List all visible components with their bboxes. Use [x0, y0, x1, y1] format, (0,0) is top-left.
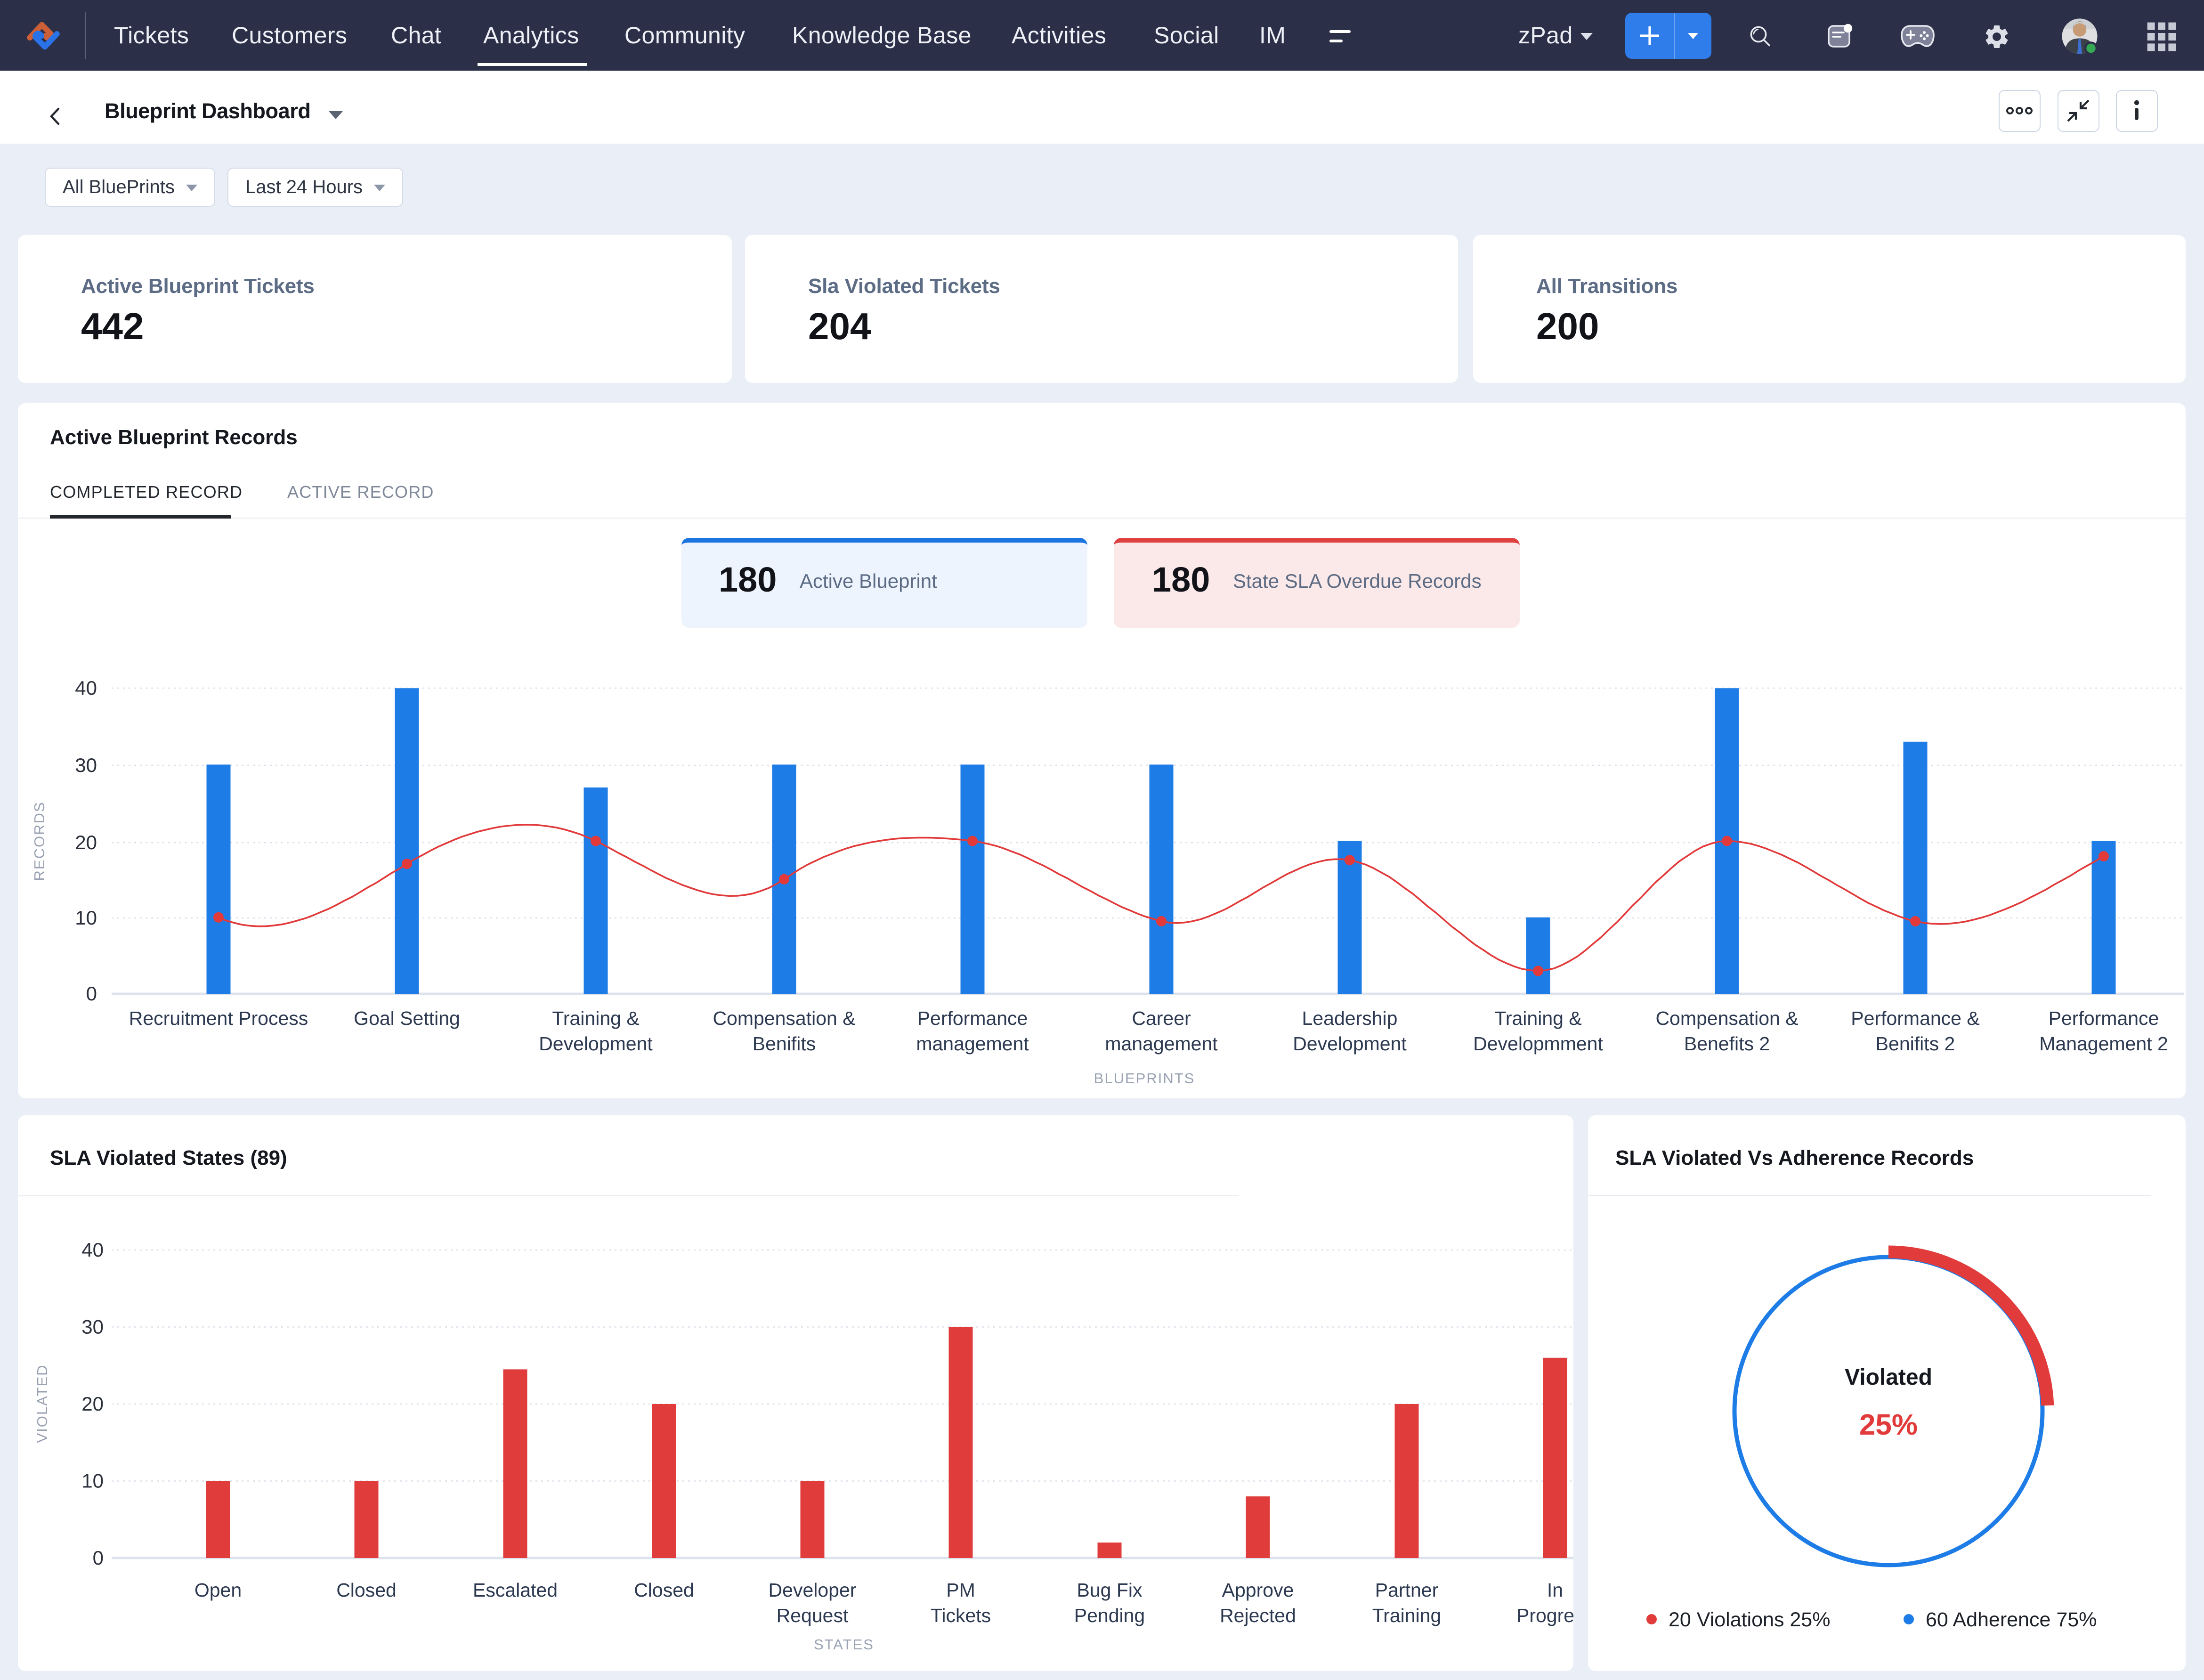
svg-text:Developer: Developer — [769, 1579, 857, 1601]
svg-text:Leadership: Leadership — [1302, 1007, 1398, 1029]
svg-text:Rejected: Rejected — [1220, 1605, 1296, 1626]
svg-text:Performance: Performance — [2049, 1007, 2159, 1029]
svg-text:RECORDS: RECORDS — [31, 801, 48, 881]
svg-text:60 Adherence 75%: 60 Adherence 75% — [1926, 1608, 2097, 1631]
svg-text:Career: Career — [1132, 1007, 1191, 1029]
svg-text:PM: PM — [946, 1579, 975, 1601]
svg-text:Request: Request — [777, 1605, 849, 1626]
svg-text:20: 20 — [81, 1393, 104, 1415]
svg-text:management: management — [1105, 1033, 1218, 1055]
svg-text:Recruitment Process: Recruitment Process — [129, 1007, 308, 1029]
svg-text:0: 0 — [93, 1547, 104, 1569]
svg-text:Compensation &: Compensation & — [1655, 1007, 1798, 1029]
svg-text:30: 30 — [81, 1316, 104, 1338]
svg-text:40: 40 — [81, 1239, 104, 1261]
svg-text:management: management — [916, 1033, 1029, 1055]
svg-text:Tickets: Tickets — [931, 1605, 991, 1626]
svg-text:Training: Training — [1372, 1605, 1442, 1626]
svg-text:STATES: STATES — [814, 1636, 874, 1653]
svg-text:Performance &: Performance & — [1851, 1007, 1979, 1029]
svg-text:40: 40 — [75, 677, 97, 699]
svg-text:Partner: Partner — [1375, 1579, 1438, 1601]
svg-text:Management 2: Management 2 — [2039, 1033, 2168, 1055]
svg-text:In: In — [1547, 1579, 1563, 1601]
svg-text:Progress: Progress — [1516, 1605, 1573, 1626]
svg-text:Benifits 2: Benifits 2 — [1876, 1033, 1955, 1055]
svg-text:10: 10 — [81, 1470, 104, 1492]
svg-text:Training &: Training & — [1494, 1007, 1581, 1029]
svg-text:Escalated: Escalated — [473, 1579, 558, 1601]
svg-text:Developmment: Developmment — [1473, 1033, 1603, 1055]
svg-text:20: 20 — [75, 831, 97, 853]
svg-text:Benefits 2: Benefits 2 — [1684, 1033, 1770, 1055]
svg-text:VIOLATED: VIOLATED — [34, 1364, 50, 1443]
svg-text:0: 0 — [86, 982, 97, 1005]
svg-text:Violated: Violated — [1845, 1365, 1932, 1390]
svg-text:Compensation &: Compensation & — [713, 1007, 855, 1029]
svg-text:Development: Development — [539, 1033, 653, 1055]
svg-text:Development: Development — [1293, 1033, 1407, 1055]
svg-text:BLUEPRINTS: BLUEPRINTS — [1094, 1070, 1195, 1087]
svg-text:Closed: Closed — [634, 1579, 694, 1601]
svg-text:Closed: Closed — [336, 1579, 397, 1601]
svg-text:Pending: Pending — [1074, 1605, 1145, 1626]
svg-text:30: 30 — [75, 754, 97, 776]
svg-text:25%: 25% — [1859, 1409, 1918, 1441]
svg-text:Bug Fix: Bug Fix — [1077, 1579, 1143, 1601]
svg-text:20 Violations 25%: 20 Violations 25% — [1669, 1608, 1830, 1631]
svg-text:Benifits: Benifits — [753, 1033, 816, 1055]
svg-text:Training &: Training & — [552, 1007, 639, 1029]
svg-text:Open: Open — [194, 1579, 242, 1601]
svg-text:Approve: Approve — [1222, 1579, 1294, 1601]
svg-text:Goal Setting: Goal Setting — [354, 1007, 460, 1029]
svg-text:Performance: Performance — [917, 1007, 1028, 1029]
svg-text:10: 10 — [75, 907, 97, 929]
